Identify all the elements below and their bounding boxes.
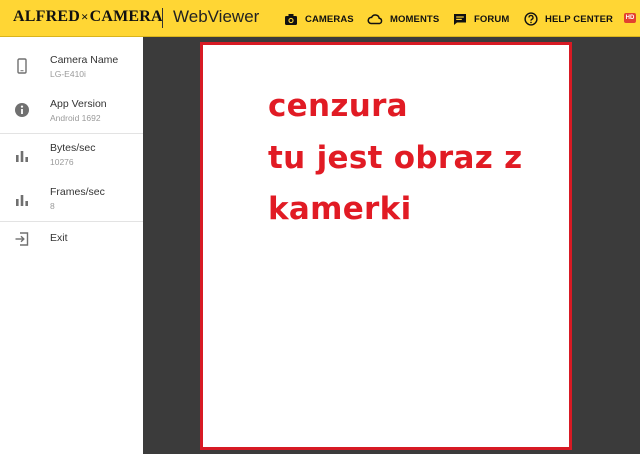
language-badge[interactable]: HD [624,13,636,23]
phone-icon [17,58,27,74]
app-version-label: App Version [50,98,107,110]
nav-moments[interactable]: MOMENTS [367,10,439,28]
camera-icon [285,13,297,25]
logo-word-camera: Camera [89,8,163,25]
forum-icon [454,13,466,25]
logo-separator: × [80,9,89,24]
sidebar-divider [0,133,143,134]
top-app-bar: Alfred×Camera WebViewer CAMERAS MOMENTS … [0,0,640,37]
nav-help-center[interactable]: HELP CENTER [524,10,613,28]
sidebar-item-frames-per-sec: Frames/sec 8 [0,182,143,222]
app-version-value: Android 1692 [50,113,101,123]
camera-name-value: LG-E410i [50,69,86,79]
nav-moments-label: MOMENTS [390,13,440,25]
product-title: WebViewer [173,7,260,26]
bytes-per-sec-label: Bytes/sec [50,142,96,154]
nav-help-center-label: HELP CENTER [545,13,613,25]
help-icon [524,12,538,26]
nav-cameras[interactable]: CAMERAS [284,10,354,28]
censor-note-line-2: tu jest obraz z [268,140,523,176]
bar-chart-icon [16,195,28,206]
frames-per-sec-label: Frames/sec [50,186,105,198]
camera-info-sidebar: Camera Name LG-E410i App Version Android… [0,37,143,454]
sidebar-item-camera-name: Camera Name LG-E410i [0,50,143,90]
exit-icon [15,232,29,246]
sidebar-item-app-version: App Version Android 1692 [0,94,143,134]
alfred-camera-logo[interactable]: Alfred×Camera [13,8,163,26]
frames-per-sec-value: 8 [50,201,55,211]
censor-note-line-1: cenzura [268,88,408,124]
header-divider [162,8,163,28]
info-icon [15,103,29,117]
nav-cameras-label: CAMERAS [305,13,354,25]
logo-word-alfred: Alfred [13,8,80,25]
nav-forum[interactable]: FORUM [453,10,509,28]
censor-note-line-3: kamerki [268,191,412,227]
exit-button[interactable]: Exit [0,226,143,252]
exit-label: Exit [50,232,68,244]
nav-forum-label: FORUM [474,13,510,25]
sidebar-item-bytes-per-sec: Bytes/sec 10276 [0,138,143,178]
camera-name-label: Camera Name [50,54,119,66]
bytes-per-sec-value: 10276 [50,157,74,167]
bar-chart-icon [16,151,28,162]
cloud-icon [367,14,383,25]
sidebar-divider [0,221,143,222]
